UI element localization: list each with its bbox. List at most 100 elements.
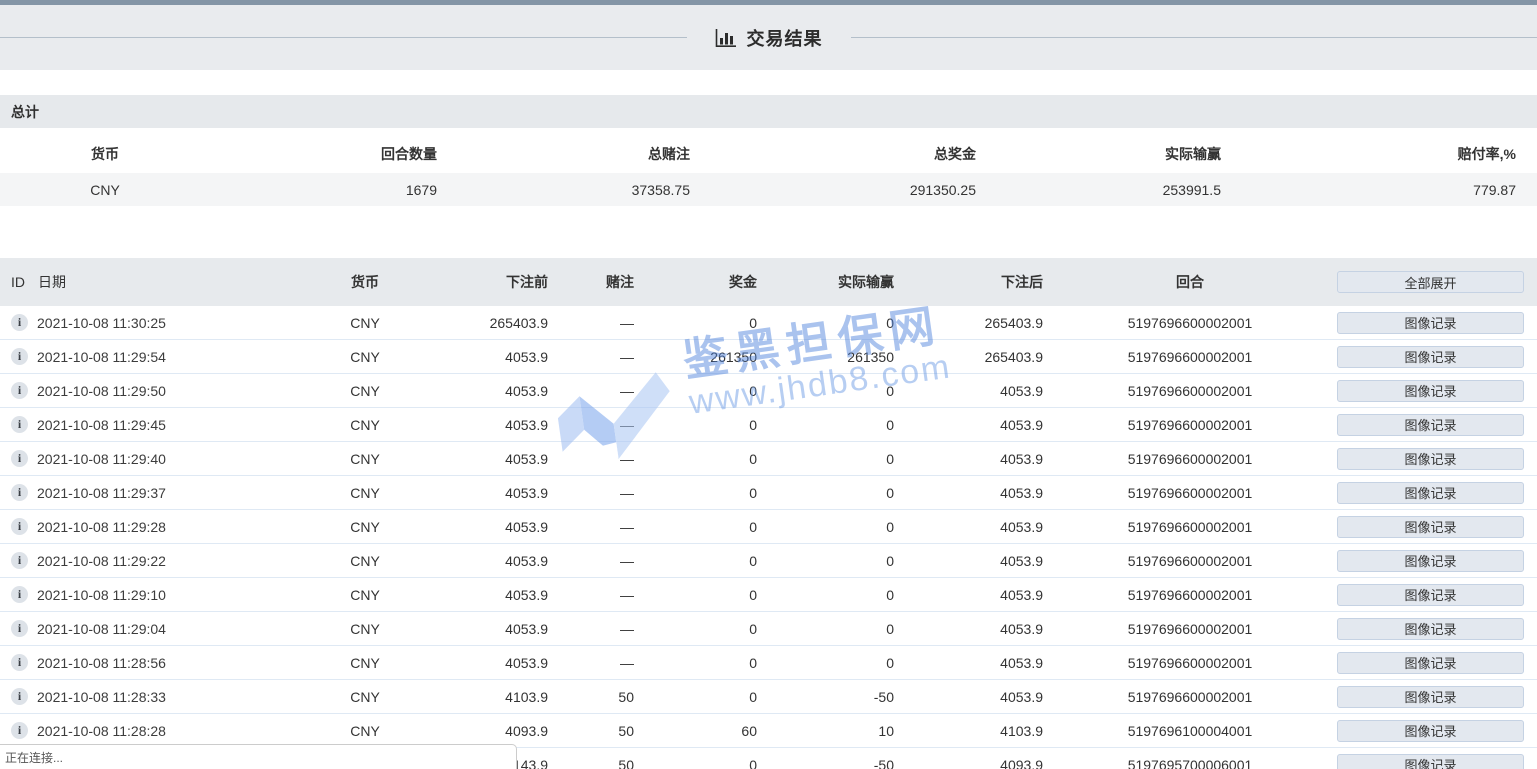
row-bet: — — [548, 383, 634, 399]
row-bet: — — [548, 519, 634, 535]
row-actual-winloss: 0 — [757, 451, 894, 467]
row-prize: 0 — [634, 587, 757, 603]
row-date: 2021-10-08 11:29:50 — [37, 383, 166, 399]
row-date: 2021-10-08 11:30:25 — [37, 315, 166, 331]
title-divider-left — [0, 37, 687, 38]
image-record-button[interactable]: 图像记录 — [1337, 754, 1524, 769]
info-icon[interactable]: i — [11, 518, 28, 535]
header-after-bet: 下注后 — [894, 272, 1043, 292]
row-before-bet: 4053.9 — [410, 587, 548, 603]
image-record-button[interactable]: 图像记录 — [1337, 516, 1524, 538]
row-bet: — — [548, 553, 634, 569]
row-date: 2021-10-08 11:29:28 — [37, 519, 166, 535]
row-round: 5197696100004001 — [1043, 723, 1337, 739]
info-icon[interactable]: i — [11, 654, 28, 671]
page-title: 交易结果 — [747, 25, 823, 51]
row-round: 5197696600002001 — [1043, 553, 1337, 569]
row-round: 5197696600002001 — [1043, 689, 1337, 705]
row-after-bet: 4053.9 — [894, 485, 1043, 501]
totals-section-label: 总计 — [11, 102, 39, 122]
row-after-bet: 4093.9 — [894, 757, 1043, 769]
image-record-button[interactable]: 图像记录 — [1337, 652, 1524, 674]
expand-all-button[interactable]: 全部展开 — [1337, 271, 1524, 293]
image-record-button[interactable]: 图像记录 — [1337, 312, 1524, 334]
info-icon[interactable]: i — [11, 382, 28, 399]
row-date: 2021-10-08 11:29:40 — [37, 451, 166, 467]
row-after-bet: 4053.9 — [894, 587, 1043, 603]
totals-header-row: 货币 回合数量 总赌注 总奖金 实际输赢 赔付率,% — [0, 135, 1537, 173]
image-record-button[interactable]: 图像记录 — [1337, 550, 1524, 572]
row-before-bet: 4053.9 — [410, 383, 548, 399]
totals-payout-rate-value: 779.87 — [1221, 182, 1537, 198]
header-id: ID — [11, 274, 25, 290]
row-date: 2021-10-08 11:28:33 — [37, 689, 166, 705]
row-after-bet: 4053.9 — [894, 383, 1043, 399]
info-icon[interactable]: i — [11, 348, 28, 365]
row-bet: — — [548, 655, 634, 671]
info-icon[interactable]: i — [11, 552, 28, 569]
header-date: 日期 — [38, 272, 66, 292]
image-record-button[interactable]: 图像记录 — [1337, 448, 1524, 470]
info-icon[interactable]: i — [11, 722, 28, 739]
info-icon[interactable]: i — [11, 620, 28, 637]
row-before-bet: 4103.9 — [410, 689, 548, 705]
table-row: i 2021-10-08 11:28:33 CNY 4103.9 50 0 -5… — [0, 680, 1537, 714]
results-table-header: ID 日期 货币 下注前 赌注 奖金 实际输赢 下注后 回合 全部展开 — [0, 258, 1537, 306]
row-after-bet: 265403.9 — [894, 315, 1043, 331]
table-row: i 2021-10-08 11:29:22 CNY 4053.9 — 0 0 4… — [0, 544, 1537, 578]
connection-status-text: 正在连接... — [5, 749, 63, 766]
row-round: 5197696600002001 — [1043, 519, 1337, 535]
row-bet: 50 — [548, 723, 634, 739]
row-round: 5197696600002001 — [1043, 587, 1337, 603]
totals-total-prize-value: 291350.25 — [690, 182, 976, 198]
row-actual-winloss: 0 — [757, 383, 894, 399]
info-icon[interactable]: i — [11, 450, 28, 467]
row-date: 2021-10-08 11:29:22 — [37, 553, 166, 569]
info-icon[interactable]: i — [11, 314, 28, 331]
row-actual-winloss: 0 — [757, 553, 894, 569]
info-icon[interactable]: i — [11, 416, 28, 433]
title-divider-right — [851, 37, 1537, 38]
header-currency: 货币 — [320, 272, 410, 292]
row-date: 2021-10-08 11:29:37 — [37, 485, 166, 501]
row-round: 5197696600002001 — [1043, 451, 1337, 467]
row-date: 2021-10-08 11:29:10 — [37, 587, 166, 603]
table-row: i 2021-10-08 11:28:56 CNY 4053.9 — 0 0 4… — [0, 646, 1537, 680]
image-record-button[interactable]: 图像记录 — [1337, 618, 1524, 640]
table-row: i 2021-10-08 11:28:28 CNY 4093.9 50 60 1… — [0, 714, 1537, 748]
image-record-button[interactable]: 图像记录 — [1337, 686, 1524, 708]
bar-chart-icon — [715, 28, 737, 48]
header-before-bet: 下注前 — [410, 272, 548, 292]
totals-header-total-prize: 总奖金 — [690, 144, 976, 164]
info-icon[interactable]: i — [11, 586, 28, 603]
image-record-button[interactable]: 图像记录 — [1337, 414, 1524, 436]
image-record-button[interactable]: 图像记录 — [1337, 380, 1524, 402]
row-prize: 261350 — [634, 349, 757, 365]
row-bet: 50 — [548, 757, 634, 769]
image-record-button[interactable]: 图像记录 — [1337, 584, 1524, 606]
totals-header-payout-rate: 赔付率,% — [1221, 144, 1537, 164]
row-currency: CNY — [320, 723, 410, 739]
totals-currency-value: CNY — [0, 182, 210, 198]
row-date: 2021-10-08 11:29:54 — [37, 349, 166, 365]
row-bet: — — [548, 485, 634, 501]
info-icon[interactable]: i — [11, 484, 28, 501]
row-before-bet: 265403.9 — [410, 315, 548, 331]
table-row: i 2021-10-08 11:29:10 CNY 4053.9 — 0 0 4… — [0, 578, 1537, 612]
row-after-bet: 4103.9 — [894, 723, 1043, 739]
row-prize: 0 — [634, 485, 757, 501]
row-actual-winloss: 0 — [757, 315, 894, 331]
info-icon[interactable]: i — [11, 688, 28, 705]
row-currency: CNY — [320, 383, 410, 399]
image-record-button[interactable]: 图像记录 — [1337, 346, 1524, 368]
image-record-button[interactable]: 图像记录 — [1337, 720, 1524, 742]
row-actual-winloss: 0 — [757, 655, 894, 671]
row-prize: 0 — [634, 451, 757, 467]
row-currency: CNY — [320, 689, 410, 705]
row-bet: — — [548, 621, 634, 637]
table-row: i 2021-10-08 11:29:54 CNY 4053.9 — 26135… — [0, 340, 1537, 374]
image-record-button[interactable]: 图像记录 — [1337, 482, 1524, 504]
row-after-bet: 4053.9 — [894, 417, 1043, 433]
row-after-bet: 265403.9 — [894, 349, 1043, 365]
totals-section-header: 总计 — [0, 95, 1537, 128]
